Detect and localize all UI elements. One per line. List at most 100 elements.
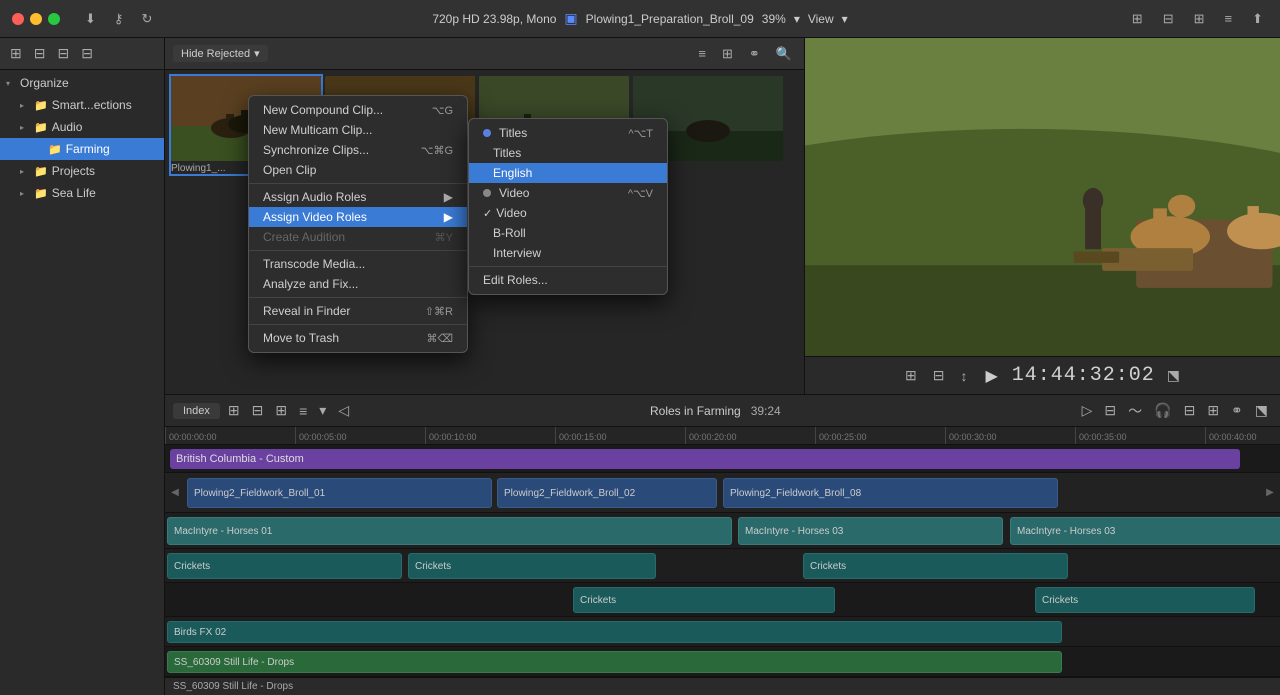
- tl-icon-4[interactable]: ≡: [295, 401, 311, 421]
- maximize-button[interactable]: [48, 13, 60, 25]
- hide-rejected-button[interactable]: Hide Rejected ▾: [173, 45, 268, 62]
- cm-open-clip[interactable]: Open Clip: [249, 160, 467, 180]
- library-icon[interactable]: ⊞: [1127, 9, 1148, 29]
- cm-reveal-finder[interactable]: Reveal in Finder ⇧⌘R: [249, 301, 467, 321]
- cm-analyze[interactable]: Analyze and Fix...: [249, 274, 467, 294]
- tl-expand-icon[interactable]: ⬔: [1251, 400, 1272, 421]
- sidebar-item-sea-life[interactable]: ▸ 📁 Sea Life: [0, 182, 164, 204]
- cm-shortcut: ⌘Y: [435, 231, 453, 244]
- filter-label: Hide Rejected: [181, 48, 250, 60]
- submenu-titles[interactable]: Titles: [469, 143, 667, 163]
- timeline-clip[interactable]: Crickets: [803, 553, 1068, 579]
- clip-label: Crickets: [1042, 595, 1078, 606]
- tl-nav-left[interactable]: ◁: [334, 400, 353, 421]
- track-nav-left[interactable]: ◀: [171, 487, 179, 498]
- layout-icon[interactable]: ≡: [1220, 9, 1238, 28]
- tl-headphone-icon[interactable]: 🎧: [1150, 400, 1175, 421]
- submenu-b-roll[interactable]: B-Roll: [469, 223, 667, 243]
- viewer-icon-1[interactable]: ⊞: [901, 365, 921, 386]
- ruler-tick: 00:00:25:00: [815, 427, 867, 444]
- key-icon[interactable]: ⚷: [109, 9, 129, 29]
- timeline-clip[interactable]: Plowing2_Fieldwork_Broll_01: [187, 478, 492, 508]
- cm-transcode[interactable]: Transcode Media...: [249, 254, 467, 274]
- grid-view-icon[interactable]: ⊞: [718, 44, 737, 64]
- traffic-lights: [12, 13, 60, 25]
- download-icon[interactable]: ⬇: [80, 9, 101, 29]
- tl-lanes-icon[interactable]: ⊟: [1180, 400, 1200, 421]
- sidebar-icon-2[interactable]: ⊟: [30, 43, 50, 64]
- submenu-shortcut: ^⌥T: [628, 127, 653, 140]
- timeline-icon[interactable]: ⊞: [1189, 9, 1210, 29]
- tl-settings-icon[interactable]: ⚭: [1227, 400, 1247, 421]
- timeline-clip[interactable]: Crickets: [1035, 587, 1255, 613]
- tl-nav-right[interactable]: ▷: [1078, 400, 1097, 421]
- search-icon[interactable]: 🔍: [772, 44, 796, 64]
- browser-icon[interactable]: ⊟: [1158, 9, 1179, 29]
- submenu-titles-dot[interactable]: Titles ^⌥T: [469, 123, 667, 143]
- timeline-duration: 39:24: [751, 404, 781, 418]
- timeline-clip[interactable]: Crickets: [573, 587, 835, 613]
- sidebar-item-audio[interactable]: ▸ 📁 Audio: [0, 116, 164, 138]
- cm-assign-audio[interactable]: Assign Audio Roles ▶: [249, 187, 467, 207]
- view-arrow[interactable]: ▾: [842, 12, 848, 26]
- timeline-clip[interactable]: MacIntyre - Horses 03: [1010, 517, 1280, 545]
- index-tab[interactable]: Index: [173, 403, 220, 419]
- tl-icon-2[interactable]: ⊟: [248, 400, 268, 421]
- cm-move-trash[interactable]: Move to Trash ⌘⌫: [249, 328, 467, 348]
- minimize-button[interactable]: [30, 13, 42, 25]
- sidebar-item-label: Projects: [52, 164, 158, 178]
- close-button[interactable]: [12, 13, 24, 25]
- timeline-clip[interactable]: Crickets: [408, 553, 656, 579]
- cm-synchronize[interactable]: Synchronize Clips... ⌥⌘G: [249, 140, 467, 160]
- tl-clip-icon[interactable]: ⊞: [1203, 400, 1223, 421]
- timeline-clip[interactable]: Crickets: [167, 553, 402, 579]
- tl-zoom-icon[interactable]: ⊟: [1100, 400, 1120, 421]
- filter-arrow-icon: ▾: [254, 47, 260, 60]
- cm-assign-video[interactable]: Assign Video Roles ▶: [249, 207, 467, 227]
- tl-waveform-icon[interactable]: 〜: [1124, 399, 1146, 423]
- cm-label: Analyze and Fix...: [263, 277, 358, 291]
- zoom-arrow[interactable]: ▾: [794, 12, 800, 26]
- timeline-clip[interactable]: Plowing2_Fieldwork_Broll_08: [723, 478, 1058, 508]
- ruler-tick: 00:00:40:00: [1205, 427, 1257, 444]
- submenu-edit-roles[interactable]: Edit Roles...: [469, 270, 667, 290]
- cm-create-audition[interactable]: Create Audition ⌘Y: [249, 227, 467, 247]
- fullscreen-icon[interactable]: ⬆: [1247, 9, 1268, 29]
- cm-new-compound[interactable]: New Compound Clip... ⌥G: [249, 100, 467, 120]
- view-button[interactable]: View: [808, 12, 834, 26]
- sidebar-item-organize[interactable]: ▾ Organize: [0, 72, 164, 94]
- clip-label: Plowing2_Fieldwork_Broll_08: [730, 488, 861, 499]
- sidebar-item-projects[interactable]: ▸ 📁 Projects: [0, 160, 164, 182]
- track-nav-right[interactable]: ▶: [1266, 487, 1274, 498]
- timeline-clip[interactable]: MacIntyre - Horses 03: [738, 517, 1003, 545]
- sidebar-item-farming[interactable]: 📁 Farming: [0, 138, 164, 160]
- timeline-clip[interactable]: Birds FX 02: [167, 621, 1062, 643]
- timeline-clip[interactable]: British Columbia - Custom: [170, 449, 1240, 469]
- settings-icon[interactable]: ⚭: [745, 44, 764, 64]
- cm-label: New Compound Clip...: [263, 103, 383, 117]
- cm-new-multicam[interactable]: New Multicam Clip...: [249, 120, 467, 140]
- sidebar-icon-3[interactable]: ⊟: [53, 43, 73, 64]
- timeline-clip[interactable]: SS_60309 Still Life - Drops: [167, 651, 1062, 673]
- submenu-english[interactable]: English: [469, 163, 667, 183]
- viewer-info-bar: 720p HD 23.98p, Mono ▣ Plowing1_Preparat…: [432, 10, 847, 27]
- viewer-icon-4[interactable]: ⬔: [1163, 365, 1184, 386]
- timeline-clip[interactable]: MacIntyre - Horses 01: [167, 517, 732, 545]
- sync-icon[interactable]: ↻: [136, 9, 157, 29]
- viewer-icon-2[interactable]: ⊟: [929, 365, 949, 386]
- tl-icon-arrow[interactable]: ▾: [315, 400, 330, 421]
- submenu-video-checked[interactable]: ✓ Video: [469, 203, 667, 223]
- sidebar-item-smart-collections[interactable]: ▸ 📁 Smart...ections: [0, 94, 164, 116]
- list-view-icon[interactable]: ≡: [694, 44, 710, 63]
- submenu-video-dot[interactable]: Video ^⌥V: [469, 183, 667, 203]
- tl-icon-1[interactable]: ⊞: [224, 400, 244, 421]
- ruler-tick: 00:00:20:00: [685, 427, 737, 444]
- timeline-clip[interactable]: Plowing2_Fieldwork_Broll_02: [497, 478, 717, 508]
- sidebar-icon-1[interactable]: ⊞: [6, 43, 26, 64]
- viewer-icon-3[interactable]: ↕: [956, 366, 971, 386]
- play-button[interactable]: ▶: [979, 364, 1003, 388]
- cm-label: Create Audition: [263, 230, 345, 244]
- submenu-interview[interactable]: Interview: [469, 243, 667, 263]
- tl-icon-3[interactable]: ⊞: [271, 400, 291, 421]
- sidebar-icon-4[interactable]: ⊟: [77, 43, 97, 64]
